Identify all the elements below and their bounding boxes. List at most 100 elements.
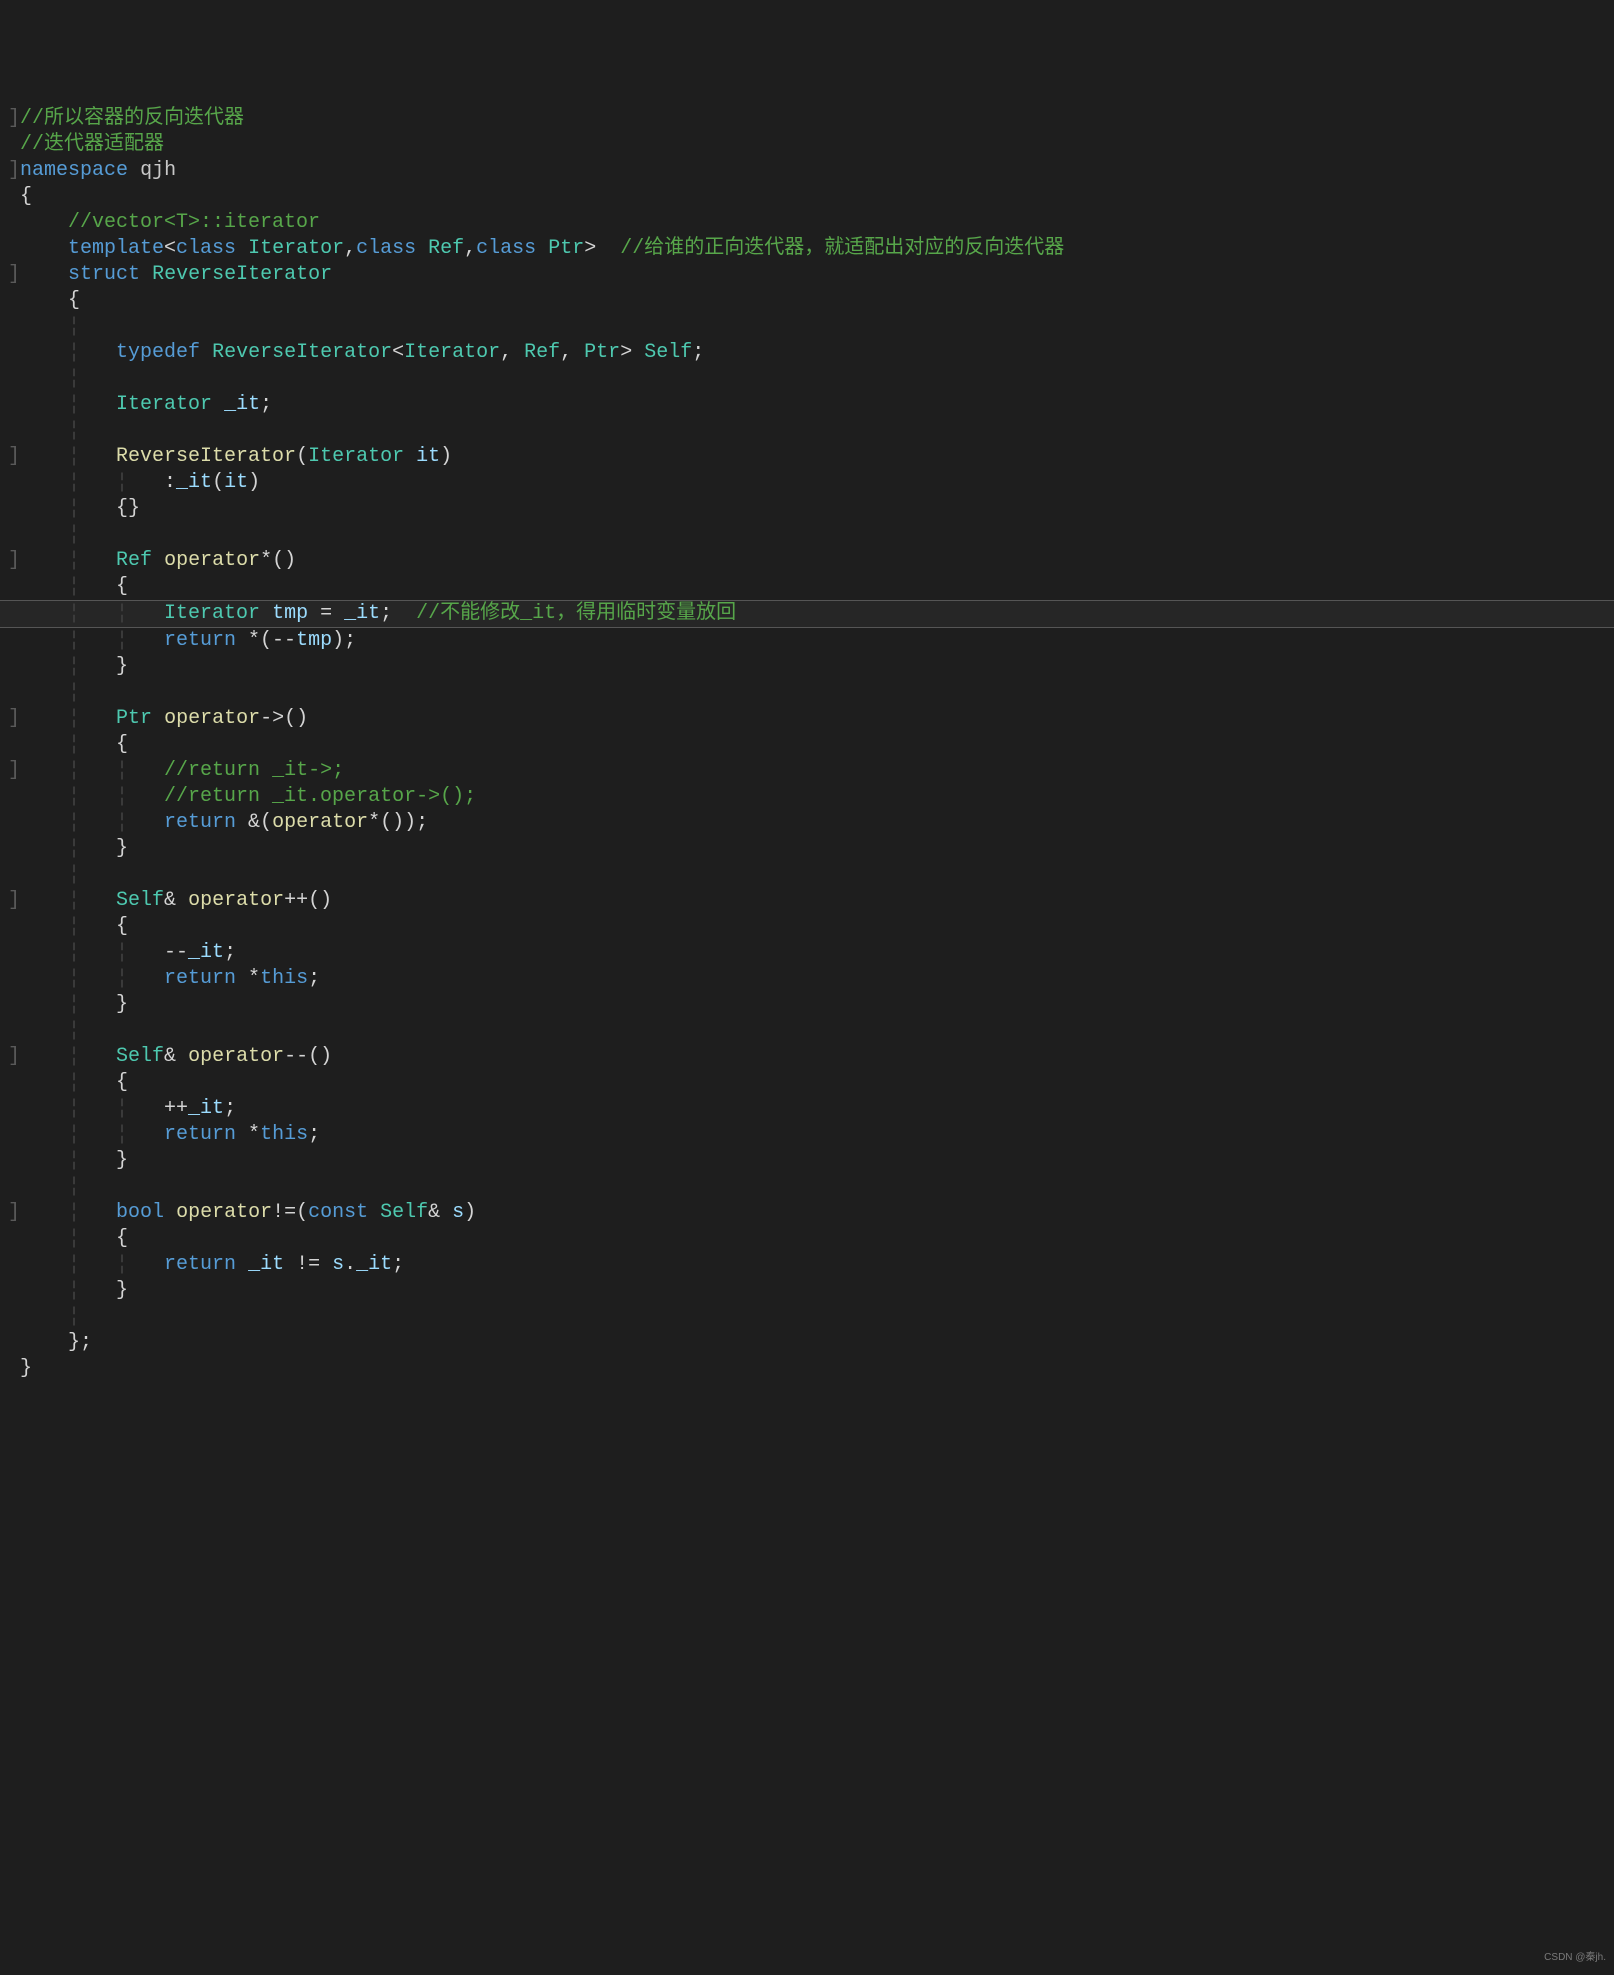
code-line[interactable]: ¦ ¦ return &(operator*()); xyxy=(0,810,1614,836)
code-token xyxy=(236,237,248,260)
code-token: operator xyxy=(188,889,284,912)
code-line[interactable]: //vector<T>::iterator xyxy=(0,210,1614,236)
code-token: this xyxy=(260,1123,308,1146)
code-token: ) xyxy=(248,471,260,494)
code-token: ++ xyxy=(164,1097,188,1120)
code-line[interactable]: ¦ xyxy=(0,1304,1614,1330)
code-line[interactable]: ] ¦ bool operator!=(const Self& s) xyxy=(0,1200,1614,1226)
code-line[interactable]: ¦ ¦ return *(--tmp); xyxy=(0,628,1614,654)
code-token: _it xyxy=(344,602,380,625)
code-line[interactable]: }; xyxy=(0,1330,1614,1356)
code-line[interactable]: ¦ ¦ --_it; xyxy=(0,940,1614,966)
code-line[interactable]: ¦ ¦ //return _it.operator->(); xyxy=(0,784,1614,810)
code-token: ¦ xyxy=(8,1227,116,1250)
code-line[interactable]: ¦ { xyxy=(0,914,1614,940)
code-line[interactable]: ¦ xyxy=(0,680,1614,706)
code-token: ; xyxy=(224,1097,236,1120)
code-token: s xyxy=(452,1201,464,1224)
code-line[interactable]: ¦ } xyxy=(0,654,1614,680)
code-token: ] xyxy=(8,1045,20,1068)
code-token: ] xyxy=(8,159,20,182)
code-editor[interactable]: ]//所以容器的反向迭代器 //迭代器适配器]namespace qjh { /… xyxy=(0,106,1614,1382)
code-line[interactable]: ¦ Iterator _it; xyxy=(0,392,1614,418)
code-token: ¦ ¦ xyxy=(20,759,164,782)
code-token: *() xyxy=(260,549,296,572)
code-token: Iterator xyxy=(404,341,500,364)
code-token xyxy=(536,237,548,260)
code-line[interactable]: { xyxy=(0,184,1614,210)
code-line[interactable]: ]//所以容器的反向迭代器 xyxy=(0,106,1614,132)
code-line[interactable]: ] struct ReverseIterator xyxy=(0,262,1614,288)
code-token: ¦ ¦ xyxy=(8,785,164,808)
code-token: tmp xyxy=(272,602,308,625)
code-line[interactable]: ] ¦ Self& operator++() xyxy=(0,888,1614,914)
code-token: ; xyxy=(692,341,704,364)
code-token: ] xyxy=(8,107,20,130)
code-token: Ptr xyxy=(584,341,620,364)
code-line[interactable]: ¦ ¦ return _it != s._it; xyxy=(0,1252,1614,1278)
code-token: Iterator xyxy=(308,445,404,468)
code-line[interactable]: ¦ } xyxy=(0,992,1614,1018)
code-line[interactable]: ] ¦ ¦ //return _it->; xyxy=(0,758,1614,784)
code-token: = xyxy=(308,602,344,625)
code-token: } xyxy=(116,1149,128,1172)
code-line[interactable]: ¦ { xyxy=(0,1070,1614,1096)
code-token: ¦ xyxy=(8,863,80,886)
code-line[interactable]: ¦ xyxy=(0,366,1614,392)
code-token: ¦ xyxy=(8,393,116,416)
code-token: ¦ xyxy=(20,707,116,730)
code-line[interactable]: ] ¦ Self& operator--() xyxy=(0,1044,1614,1070)
code-line[interactable]: ]namespace qjh xyxy=(0,158,1614,184)
code-line[interactable]: ¦ xyxy=(0,862,1614,888)
code-token: ¦ xyxy=(8,733,116,756)
code-line[interactable]: ¦ typedef ReverseIterator<Iterator, Ref,… xyxy=(0,340,1614,366)
code-token: return xyxy=(164,1253,236,1276)
code-token: { xyxy=(8,185,32,208)
code-line[interactable]: ¦ ¦ return *this; xyxy=(0,966,1614,992)
code-line[interactable]: ¦ {} xyxy=(0,496,1614,522)
code-line[interactable]: ¦ } xyxy=(0,836,1614,862)
code-token xyxy=(8,237,68,260)
code-line[interactable]: ¦ { xyxy=(0,1226,1614,1252)
code-line[interactable]: template<class Iterator,class Ref,class … xyxy=(0,236,1614,262)
code-token: & xyxy=(428,1201,452,1224)
code-token: Ref xyxy=(116,549,152,572)
code-line[interactable]: ] ¦ Ref operator*() xyxy=(0,548,1614,574)
code-token: return xyxy=(164,629,236,652)
code-token: , xyxy=(500,341,524,364)
code-token xyxy=(416,237,428,260)
code-token: < xyxy=(164,237,176,260)
code-line[interactable]: ¦ } xyxy=(0,1148,1614,1174)
code-line[interactable]: ¦ } xyxy=(0,1278,1614,1304)
code-line[interactable]: ¦ ¦ ++_it; xyxy=(0,1096,1614,1122)
code-line[interactable]: ¦ xyxy=(0,418,1614,444)
code-token: bool xyxy=(116,1201,164,1224)
code-token: ] xyxy=(8,549,20,572)
code-token: { xyxy=(116,1227,128,1250)
code-line[interactable]: ¦ { xyxy=(0,732,1614,758)
code-token: ¦ xyxy=(8,837,116,860)
code-line[interactable]: ¦ ¦ return *this; xyxy=(0,1122,1614,1148)
code-token: ] xyxy=(8,263,20,286)
code-line[interactable]: ¦ xyxy=(0,1018,1614,1044)
code-line[interactable]: } xyxy=(0,1356,1614,1382)
code-token: Ref xyxy=(524,341,560,364)
code-line[interactable]: { xyxy=(0,288,1614,314)
code-token: ¦ xyxy=(8,341,116,364)
code-line[interactable]: //迭代器适配器 xyxy=(0,132,1614,158)
code-line[interactable]: ] ¦ ReverseIterator(Iterator it) xyxy=(0,444,1614,470)
code-token xyxy=(260,602,272,625)
code-line[interactable]: ¦ { xyxy=(0,574,1614,600)
code-line[interactable]: ¦ ¦ Iterator tmp = _it; //不能修改_it，得用临时变量… xyxy=(0,600,1614,628)
code-line[interactable]: ] ¦ Ptr operator->() xyxy=(0,706,1614,732)
code-token: ReverseIterator xyxy=(152,263,332,286)
code-token: ¦ xyxy=(8,1279,116,1302)
code-token: it xyxy=(416,445,440,468)
code-line[interactable]: ¦ xyxy=(0,522,1614,548)
code-line[interactable]: ¦ xyxy=(0,1174,1614,1200)
code-token: * xyxy=(236,967,260,990)
code-token: operator xyxy=(272,811,368,834)
code-token: ++() xyxy=(284,889,332,912)
code-line[interactable]: ¦ xyxy=(0,314,1614,340)
code-line[interactable]: ¦ ¦ :_it(it) xyxy=(0,470,1614,496)
